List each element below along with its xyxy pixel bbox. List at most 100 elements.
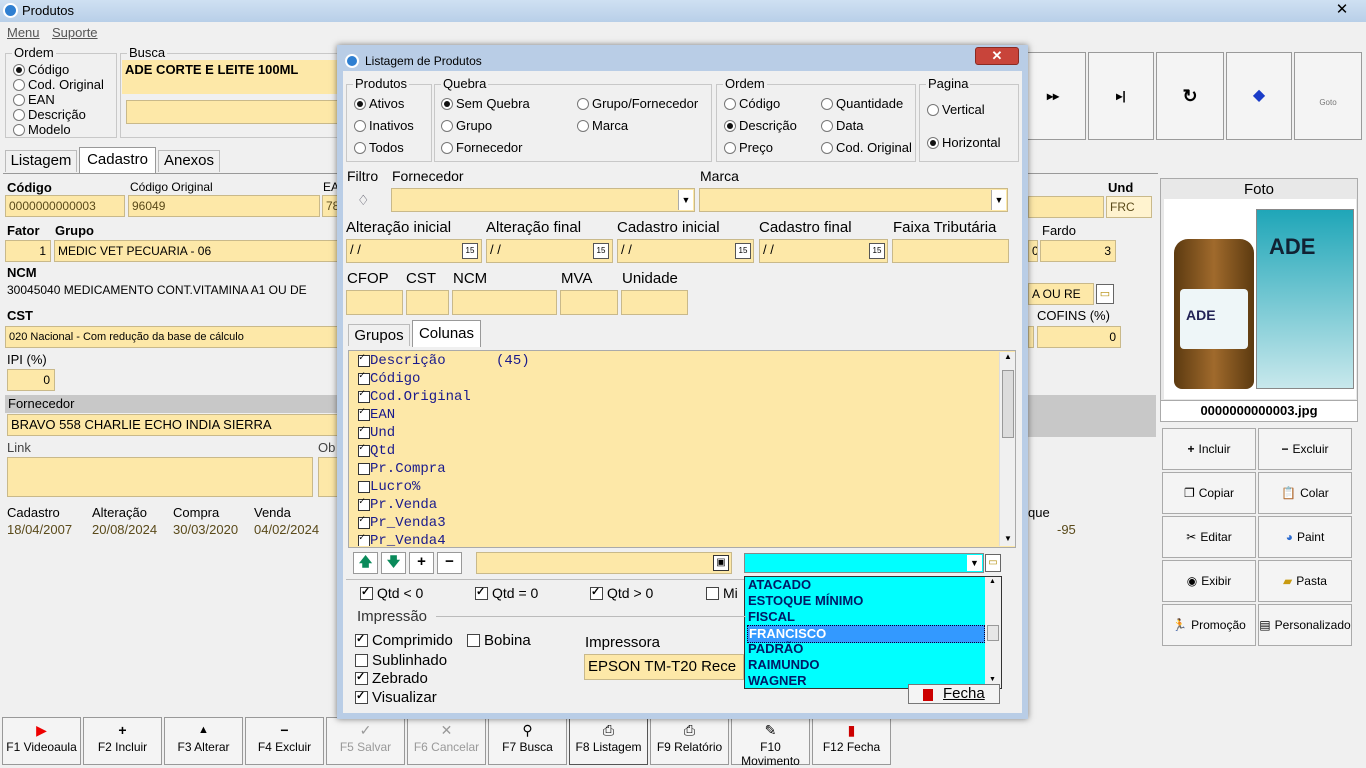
f10-movimento-button[interactable]: ✎ F10 Movimento (731, 717, 810, 768)
ean-field[interactable]: 78 (322, 195, 338, 217)
main-ordem-codigo[interactable]: Código (13, 62, 69, 77)
produtos-inativos-radio[interactable]: Inativos (354, 118, 414, 133)
next-record-button[interactable]: ▸▸ (1020, 52, 1086, 140)
foto-incluir-button[interactable]: + Incluir (1162, 428, 1256, 470)
zebrado-checkbox[interactable]: Zebrado (355, 670, 428, 686)
dropdown-scroll-thumb[interactable] (987, 625, 999, 641)
fornecedor-field[interactable]: BRAVO 558 CHARLIE ECHO INDIA SIERRA (7, 414, 338, 436)
dropdown-option[interactable]: ATACADO (747, 577, 985, 593)
alteracao-final-calendar-icon[interactable]: 15 (593, 243, 609, 259)
dropdown-scroll-up-icon[interactable]: ▲ (989, 578, 996, 585)
ordem-preco-radio[interactable]: Preço (724, 140, 773, 155)
foto-promocao-button[interactable]: 🏃 Promoção (1162, 604, 1256, 646)
last-record-button[interactable]: ▸| (1088, 52, 1154, 140)
dropdown-option[interactable]: FISCAL (747, 609, 985, 625)
main-ordem-ean[interactable]: EAN (13, 92, 55, 107)
foto-pasta-button[interactable]: ▰ Pasta (1258, 560, 1352, 602)
main-ordem-descricao[interactable]: Descrição (13, 107, 86, 122)
f7-busca-button[interactable]: ⚲ F7 Busca (488, 717, 567, 765)
column-item[interactable]: Pr.Compra (358, 460, 446, 478)
marca-dropdown-icon[interactable]: ▼ (991, 190, 1006, 210)
column-item[interactable]: Descrição (45) (358, 352, 530, 370)
dropdown-option[interactable]: PADRÃO (747, 641, 985, 657)
f12-fecha-button[interactable]: ▮ F12 Fecha (812, 717, 891, 765)
columns-list[interactable] (348, 350, 1016, 548)
und-field[interactable]: FRC (1106, 196, 1152, 218)
f4-excluir-button[interactable]: − F4 Excluir (245, 717, 324, 765)
scroll-up-icon[interactable]: ▲ (1004, 352, 1012, 361)
ordem-quantidade-radio[interactable]: Quantidade (821, 96, 903, 111)
foto-paint-button[interactable]: ◕ Paint (1258, 516, 1352, 558)
codigo-field[interactable]: 0000000000003 (5, 195, 125, 217)
quebra-fornecedor-radio[interactable]: Fornecedor (441, 140, 522, 155)
move-down-button[interactable]: 🡇 (381, 552, 406, 574)
column-item[interactable]: Und (358, 424, 395, 442)
qtd-minimo-checkbox[interactable]: Mi (706, 586, 738, 601)
scroll-thumb[interactable] (1002, 370, 1014, 438)
main-ordem-modelo[interactable]: Modelo (13, 122, 71, 137)
cofins-field[interactable]: 0 (1037, 326, 1121, 348)
eraser-button[interactable]: ◆ (1226, 52, 1292, 140)
f8-listagem-button[interactable]: ⎙ F8 Listagem (569, 717, 648, 765)
cadastro-inicial-calendar-icon[interactable]: 15 (735, 243, 751, 259)
pagina-horizontal-radio[interactable]: Horizontal (927, 135, 1001, 150)
menu-item-menu[interactable]: Menu (7, 25, 40, 40)
main-tab-anexos[interactable]: Anexos (158, 150, 220, 172)
refresh-button[interactable]: ↻ (1156, 52, 1224, 140)
layout-combobox[interactable] (744, 553, 984, 573)
dropdown-scroll-down-icon[interactable]: ▼ (989, 676, 996, 683)
link-field[interactable] (7, 457, 313, 497)
produtos-ativos-radio[interactable]: Ativos (354, 96, 404, 111)
remove-column-button[interactable]: − (437, 552, 462, 574)
busca-value[interactable]: ADE CORTE E LEITE 100ML (122, 60, 340, 94)
column-item[interactable]: Pr_Venda4 (358, 532, 446, 546)
busca-input[interactable] (126, 100, 340, 124)
column-item[interactable]: EAN (358, 406, 395, 424)
marca-select[interactable] (699, 188, 1008, 212)
fardo-field[interactable]: 3 (1040, 240, 1116, 262)
qtd-negative-checkbox[interactable]: Qtd < 0 (360, 585, 423, 601)
column-name-input[interactable] (476, 552, 732, 574)
grupo-field[interactable]: MEDIC VET PECUARIA - 06 (54, 240, 338, 262)
obs-field[interactable] (318, 457, 338, 497)
cfop-input[interactable] (346, 290, 403, 315)
column-item[interactable]: Pr.Venda (358, 496, 437, 514)
cst-field[interactable]: 020 Nacional - Com redução da base de cá… (5, 326, 338, 348)
alteracao-inicial-calendar-icon[interactable]: 15 (462, 243, 478, 259)
dialog-tab-grupos[interactable]: Grupos (348, 324, 410, 346)
column-item[interactable]: Qtd (358, 442, 395, 460)
f9-relatorio-button[interactable]: ⎙ F9 Relatório (650, 717, 729, 765)
dialog-close-button[interactable]: ✕ (975, 47, 1019, 65)
ncm-filter-input[interactable] (452, 290, 557, 315)
ordem-data-radio[interactable]: Data (821, 118, 863, 133)
main-tab-listagem[interactable]: Listagem (5, 150, 77, 172)
column-item[interactable]: Lucro% (358, 478, 420, 496)
ordem-codigo-radio[interactable]: Código (724, 96, 780, 111)
dropdown-option[interactable]: ESTOQUE MÍNIMO (747, 593, 985, 609)
dropdown-option[interactable]: RAIMUNDO (747, 657, 985, 673)
layout-folder-icon[interactable]: ▭ (985, 554, 1001, 572)
columns-scrollbar[interactable]: ▲ ▼ (999, 352, 1015, 546)
fardo-left-field[interactable]: 0 (1028, 240, 1038, 262)
foto-excluir-button[interactable]: − Excluir (1258, 428, 1352, 470)
goto-button[interactable]: Goto (1294, 52, 1362, 140)
qtd-zero-checkbox[interactable]: Qtd = 0 (475, 585, 538, 601)
faixa-tributaria-input[interactable] (892, 239, 1009, 263)
scroll-down-icon[interactable]: ▼ (1004, 534, 1012, 543)
foto-editar-button[interactable]: ✂ Editar (1162, 516, 1256, 558)
column-item[interactable]: Cod.Original (358, 388, 471, 406)
ordem-cod-original-radio[interactable]: Cod. Original (821, 140, 912, 155)
f1-videoaula-button[interactable]: ▶ F1 Videoaula (2, 717, 81, 765)
impressora-select[interactable]: EPSON TM-T20 Rece (584, 654, 744, 680)
ordem-descricao-radio[interactable]: Descrição (724, 118, 797, 133)
foto-copiar-button[interactable]: ❐ Copiar (1162, 472, 1256, 514)
cadastro-inicial-input[interactable]: / / (617, 239, 754, 263)
ncm-right-field[interactable]: A OU RE (1028, 283, 1094, 305)
add-column-button[interactable]: + (409, 552, 434, 574)
f3-alterar-button[interactable]: ▲ F3 Alterar (164, 717, 243, 765)
main-ordem-cod-original[interactable]: Cod. Original (13, 77, 104, 92)
pagina-vertical-radio[interactable]: Vertical (927, 102, 985, 117)
move-up-button[interactable]: 🡅 (353, 552, 378, 574)
unidade-input[interactable] (621, 290, 688, 315)
fornecedor-dropdown-icon[interactable]: ▼ (678, 190, 693, 210)
